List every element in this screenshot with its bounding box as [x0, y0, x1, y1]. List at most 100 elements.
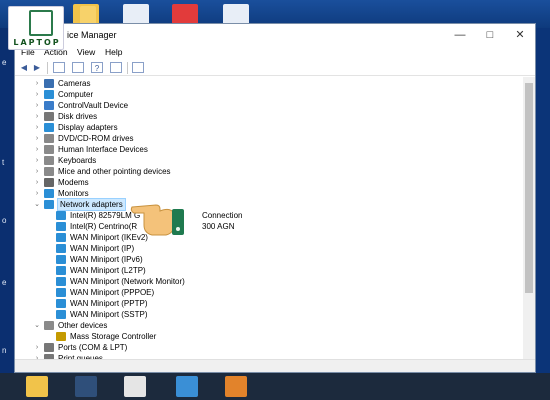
chevron-right-icon[interactable]: ›	[33, 111, 41, 122]
tree-item-label: Mass Storage Controller	[70, 332, 157, 341]
tree-device[interactable]: WAN Miniport (PPTP)	[15, 298, 523, 309]
tree-item-label-suffix: 300 AGN	[202, 222, 235, 231]
keyboard-icon	[44, 156, 54, 165]
tree-device[interactable]: WAN Miniport (IPv6)	[15, 254, 523, 265]
tree-item-label: Intel(R) Centrino(R	[70, 222, 138, 231]
tree-item-label: Ports (COM & LPT)	[58, 343, 128, 352]
maximize-button[interactable]: □	[475, 24, 505, 46]
chevron-right-icon[interactable]: ›	[33, 144, 41, 155]
tree-category[interactable]: › Display adapters	[15, 122, 523, 133]
tree-category[interactable]: › ControlVault Device	[15, 100, 523, 111]
vertical-scrollbar[interactable]	[523, 77, 535, 359]
menu-view[interactable]: View	[77, 47, 95, 57]
tree-device[interactable]: Intel(R) Centrino(R 300 AGN	[15, 221, 523, 232]
network-icon	[44, 200, 54, 209]
tree-device[interactable]: WAN Miniport (PPPOE)	[15, 287, 523, 298]
pointing-hand-icon	[130, 204, 184, 236]
dvd-icon	[44, 134, 54, 143]
other-devices-icon	[44, 321, 54, 330]
chevron-down-icon[interactable]: ⌄	[33, 320, 41, 331]
network-card-icon	[56, 211, 66, 220]
device-manager-window: ice Manager — □ ✕ File Action View Help …	[14, 23, 536, 373]
chevron-down-icon[interactable]: ⌄	[33, 199, 41, 210]
tree-category[interactable]: › Monitors	[15, 188, 523, 199]
mouse-icon	[44, 167, 54, 176]
tree-item-label: WAN Miniport (SSTP)	[70, 310, 148, 319]
back-arrow-icon[interactable]: ◀	[18, 62, 30, 73]
monitor-icon	[44, 90, 54, 99]
chevron-right-icon[interactable]: ›	[33, 155, 41, 166]
chevron-right-icon[interactable]: ›	[33, 342, 41, 353]
modem-icon	[44, 178, 54, 187]
network-card-icon	[56, 255, 66, 264]
details-icon[interactable]	[110, 62, 122, 73]
tree-category[interactable]: › Cameras	[15, 78, 523, 89]
tree-item-label: DVD/CD-ROM drives	[58, 134, 134, 143]
tree-category[interactable]: ⌄ Network adapters	[15, 198, 523, 211]
menu-bar: File Action View Help	[15, 46, 535, 60]
minimize-button[interactable]: —	[445, 24, 475, 46]
taskbar-media-icon[interactable]	[75, 376, 97, 397]
tree-category[interactable]: ⌄ Other devices	[15, 320, 523, 331]
tree-item-label: Human Interface Devices	[58, 145, 148, 154]
tree-category[interactable]: › Human Interface Devices	[15, 144, 523, 155]
tree-item-label-suffix: Connection	[202, 211, 243, 220]
menu-help[interactable]: Help	[105, 47, 122, 57]
network-card-icon	[56, 266, 66, 275]
tree-device[interactable]: Mass Storage Controller	[15, 331, 523, 342]
tree-category[interactable]: › Modems	[15, 177, 523, 188]
tree-item-label: Monitors	[58, 189, 89, 198]
chevron-right-icon[interactable]: ›	[33, 166, 41, 177]
disk-icon	[44, 112, 54, 121]
scan-hardware-icon[interactable]	[132, 62, 144, 73]
network-card-icon	[56, 233, 66, 242]
tree-item-label: Keyboards	[58, 156, 97, 165]
camera-icon	[44, 79, 54, 88]
edge-text: n	[2, 346, 7, 355]
tree-item-label: Computer	[58, 90, 94, 99]
tree-category[interactable]: › Mice and other pointing devices	[15, 166, 523, 177]
tree-category[interactable]: › Disk drives	[15, 111, 523, 122]
chevron-right-icon[interactable]: ›	[33, 133, 41, 144]
horizontal-scrollbar[interactable]	[15, 359, 535, 372]
logo-mark-icon	[29, 10, 53, 36]
tree-device[interactable]: WAN Miniport (Network Monitor)	[15, 276, 523, 287]
tree-item-label: WAN Miniport (PPPOE)	[70, 288, 155, 297]
tree-item-label: WAN Miniport (IPv6)	[70, 255, 143, 264]
taskbar-network-computer-icon[interactable]	[176, 376, 198, 397]
chevron-right-icon[interactable]: ›	[33, 100, 41, 111]
chevron-right-icon[interactable]: ›	[33, 78, 41, 89]
taskbar-game-icon[interactable]	[124, 376, 146, 397]
tree-device[interactable]: WAN Miniport (IKEv2)	[15, 232, 523, 243]
toolbar: ◀ ▶ ?	[15, 60, 535, 76]
taskbar-folder-icon[interactable]	[26, 376, 48, 397]
view-icon[interactable]	[72, 62, 84, 73]
tree-category[interactable]: › Ports (COM & LPT)	[15, 342, 523, 353]
tree-device[interactable]: WAN Miniport (IP)	[15, 243, 523, 254]
chevron-right-icon[interactable]: ›	[33, 177, 41, 188]
tree-category[interactable]: › Keyboards	[15, 155, 523, 166]
forward-arrow-icon[interactable]: ▶	[31, 62, 43, 73]
properties-icon[interactable]	[53, 62, 65, 73]
chevron-right-icon[interactable]: ›	[33, 188, 41, 199]
close-button[interactable]: ✕	[505, 24, 535, 46]
device-icon	[44, 101, 54, 110]
desktop-left-edge: e t o e n	[0, 28, 14, 373]
tree-device[interactable]: WAN Miniport (SSTP)	[15, 309, 523, 320]
tree-item-label: WAN Miniport (IP)	[70, 244, 135, 253]
scrollbar-thumb[interactable]	[525, 83, 533, 293]
tree-device[interactable]: WAN Miniport (L2TP)	[15, 265, 523, 276]
chevron-right-icon[interactable]: ›	[33, 89, 41, 100]
warning-device-icon	[56, 332, 66, 341]
network-card-icon	[56, 222, 66, 231]
tree-category[interactable]: › Computer	[15, 89, 523, 100]
title-bar[interactable]: ice Manager — □ ✕	[15, 24, 535, 46]
edge-text: e	[2, 58, 7, 67]
display-icon	[44, 123, 54, 132]
help-icon[interactable]: ?	[91, 62, 103, 73]
tree-device[interactable]: Intel(R) 82579LM G Connection	[15, 210, 523, 221]
tree-category[interactable]: › DVD/CD-ROM drives	[15, 133, 523, 144]
taskbar-app-icon[interactable]	[225, 376, 247, 397]
chevron-right-icon[interactable]: ›	[33, 122, 41, 133]
window-title: ice Manager	[67, 30, 117, 40]
